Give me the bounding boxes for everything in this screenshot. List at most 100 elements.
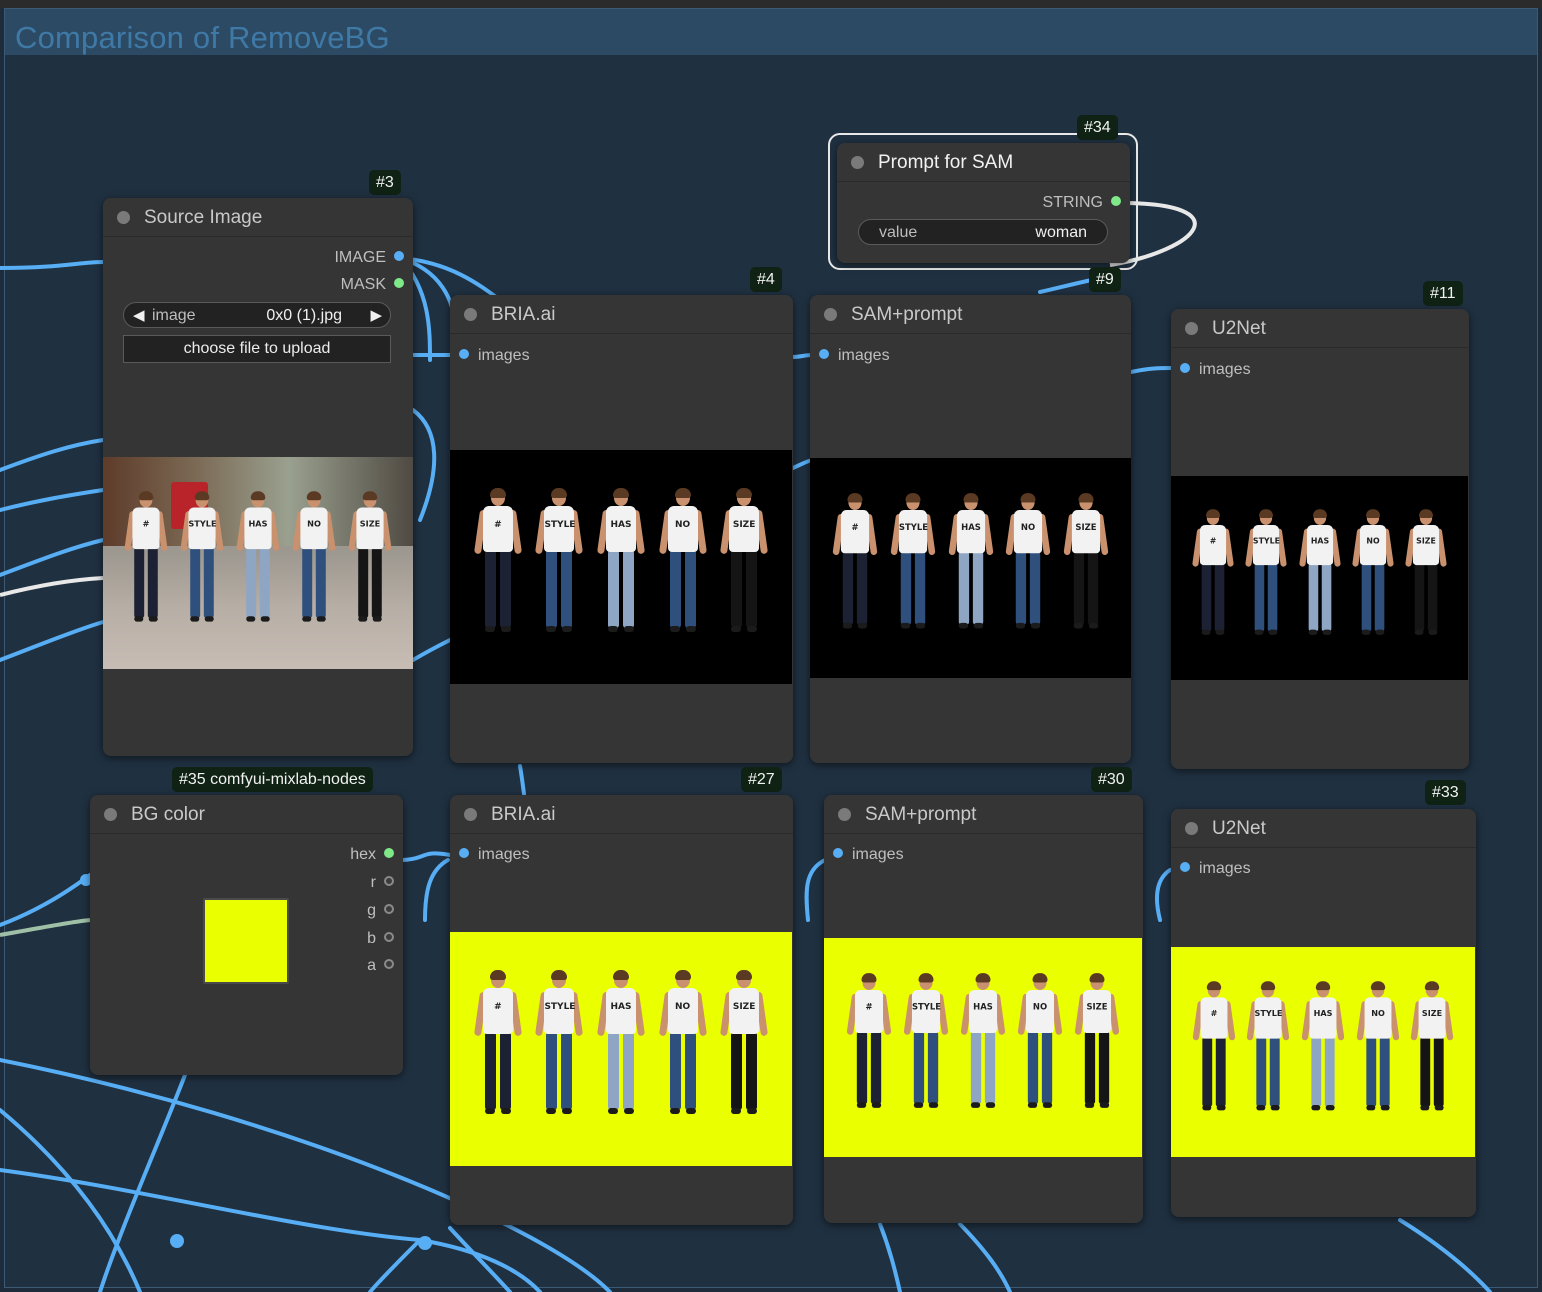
collapse-dot[interactable] bbox=[824, 308, 837, 321]
output-b-slot[interactable]: b bbox=[367, 930, 394, 948]
person-tank-top: SIZE bbox=[1083, 990, 1112, 1034]
output-r-slot[interactable]: r bbox=[371, 874, 394, 892]
output-mask-slot[interactable]: MASK bbox=[341, 276, 404, 294]
collapse-dot[interactable] bbox=[851, 156, 864, 169]
input-images-slot[interactable]: images bbox=[459, 846, 530, 864]
image-combo-widget[interactable]: ◀ image 0x0 (1).jpg ▶ bbox=[123, 302, 391, 328]
input-dot[interactable] bbox=[833, 848, 843, 858]
person-shoe bbox=[316, 616, 326, 622]
person-tank-top: HAS bbox=[606, 987, 636, 1034]
output-dot[interactable] bbox=[384, 904, 394, 914]
person-shoe bbox=[1201, 1104, 1211, 1111]
collapse-dot[interactable] bbox=[104, 808, 117, 821]
person-hair bbox=[1206, 980, 1221, 990]
node-title-bar[interactable]: SAM+prompt bbox=[810, 295, 1131, 334]
bg-color-node[interactable]: BG color hex r g b a bbox=[90, 795, 403, 1075]
output-dot[interactable] bbox=[384, 932, 394, 942]
node-title-bar[interactable]: SAM+prompt bbox=[824, 795, 1143, 834]
wire bbox=[411, 638, 452, 662]
value-text-widget[interactable]: value woman bbox=[858, 219, 1108, 245]
output-dot[interactable] bbox=[394, 278, 404, 288]
graph-canvas[interactable]: Comparison of RemoveBG #3 Source Image I… bbox=[0, 0, 1542, 1292]
u2net-node-bottom[interactable]: U2Net images # STYLE HAS NO SIZE bbox=[1171, 809, 1476, 1217]
sam-prompt-node-bottom[interactable]: SAM+prompt images # STYLE HAS NO SIZE bbox=[824, 795, 1143, 1223]
color-swatch[interactable] bbox=[203, 898, 289, 984]
output-g-slot[interactable]: g bbox=[367, 902, 394, 920]
input-dot[interactable] bbox=[1180, 862, 1190, 872]
node-title-bar[interactable]: U2Net bbox=[1171, 809, 1476, 848]
person-tank-top: # bbox=[1199, 524, 1226, 565]
node-title-bar[interactable]: BG color bbox=[90, 795, 403, 834]
output-image-slot[interactable]: IMAGE bbox=[334, 249, 404, 267]
input-dot[interactable] bbox=[1180, 363, 1190, 373]
person-tank-top: NO bbox=[1364, 997, 1392, 1039]
input-dot[interactable] bbox=[819, 349, 829, 359]
output-dot[interactable] bbox=[384, 959, 394, 969]
next-arrow-icon[interactable]: ▶ bbox=[370, 306, 382, 324]
output-string-slot[interactable]: STRING bbox=[1043, 194, 1121, 212]
person-leg bbox=[315, 547, 326, 619]
person-hair bbox=[962, 493, 979, 503]
person-figure: SIZE bbox=[347, 491, 392, 624]
bria-node-bottom[interactable]: BRIA.ai images # STYLE HAS NO SIZE bbox=[450, 795, 793, 1225]
shirt-text: # bbox=[851, 523, 859, 533]
input-images-slot[interactable]: images bbox=[1180, 860, 1251, 878]
sam-prompt-node-top[interactable]: SAM+prompt images # STYLE HAS NO SIZE bbox=[810, 295, 1131, 763]
output-dot[interactable] bbox=[384, 876, 394, 886]
person-tank-top: NO bbox=[667, 505, 698, 552]
person-leg bbox=[1434, 1036, 1445, 1107]
collapse-dot[interactable] bbox=[117, 211, 130, 224]
collapse-dot[interactable] bbox=[838, 808, 851, 821]
upload-button[interactable]: choose file to upload bbox=[123, 335, 391, 363]
output-dot[interactable] bbox=[384, 848, 394, 858]
shirt-text: STYLE bbox=[911, 1003, 941, 1013]
node-title-bar[interactable]: U2Net bbox=[1171, 309, 1469, 348]
input-images-slot[interactable]: images bbox=[459, 347, 530, 365]
shirt-text: NO bbox=[1370, 1009, 1385, 1019]
prev-arrow-icon[interactable]: ◀ bbox=[133, 306, 145, 324]
input-dot[interactable] bbox=[459, 848, 469, 858]
u2net-node-top[interactable]: U2Net images # STYLE HAS NO SIZE bbox=[1171, 309, 1469, 769]
person-hair bbox=[1365, 508, 1380, 518]
node-title-bar[interactable]: BRIA.ai bbox=[450, 795, 793, 834]
bria-node-top[interactable]: BRIA.ai images # STYLE HAS NO SIZE bbox=[450, 295, 793, 763]
input-images-slot[interactable]: images bbox=[1180, 361, 1251, 379]
person-shoe bbox=[1380, 1104, 1390, 1111]
collapse-dot[interactable] bbox=[1185, 322, 1198, 335]
person-hair bbox=[1425, 980, 1440, 990]
person-leg bbox=[1201, 1036, 1212, 1107]
person-shoe bbox=[1028, 1102, 1038, 1109]
node-title: BRIA.ai bbox=[491, 804, 556, 825]
person-leg bbox=[1420, 1036, 1431, 1107]
person-tank-top: HAS bbox=[244, 507, 272, 550]
wire bbox=[1129, 366, 1174, 374]
collapse-dot[interactable] bbox=[464, 308, 477, 321]
node-title-bar[interactable]: Source Image bbox=[103, 198, 413, 237]
collapse-dot[interactable] bbox=[464, 808, 477, 821]
input-dot[interactable] bbox=[459, 349, 469, 359]
person-tank-top: NO bbox=[667, 987, 698, 1034]
output-dot[interactable] bbox=[394, 251, 404, 261]
input-images-slot[interactable]: images bbox=[833, 846, 904, 864]
input-images-slot[interactable]: images bbox=[819, 347, 890, 365]
shirt-text: SIZE bbox=[1075, 523, 1097, 533]
source-image-node[interactable]: Source Image IMAGE MASK ◀ image 0x0 (1).… bbox=[103, 198, 413, 756]
person-shoe bbox=[1216, 1104, 1226, 1111]
output-hex-slot[interactable]: hex bbox=[350, 846, 394, 864]
person-hair bbox=[362, 491, 377, 501]
node-title-bar[interactable]: Prompt for SAM bbox=[837, 143, 1130, 182]
person-tank-top: # bbox=[482, 987, 513, 1034]
output-a-slot[interactable]: a bbox=[367, 957, 394, 975]
person-hair bbox=[1315, 980, 1331, 990]
person-shoe bbox=[546, 625, 557, 632]
person-shoe bbox=[357, 616, 367, 622]
person-figure: NO bbox=[1017, 973, 1064, 1111]
person-leg bbox=[1214, 562, 1224, 632]
person-leg bbox=[1361, 562, 1372, 632]
collapse-dot[interactable] bbox=[1185, 822, 1198, 835]
person-shoe bbox=[1270, 1104, 1280, 1111]
person-hair bbox=[1370, 980, 1385, 990]
prompt-for-sam-node[interactable]: Prompt for SAM STRING value woman bbox=[837, 143, 1130, 263]
output-dot[interactable] bbox=[1111, 196, 1121, 206]
node-title-bar[interactable]: BRIA.ai bbox=[450, 295, 793, 334]
